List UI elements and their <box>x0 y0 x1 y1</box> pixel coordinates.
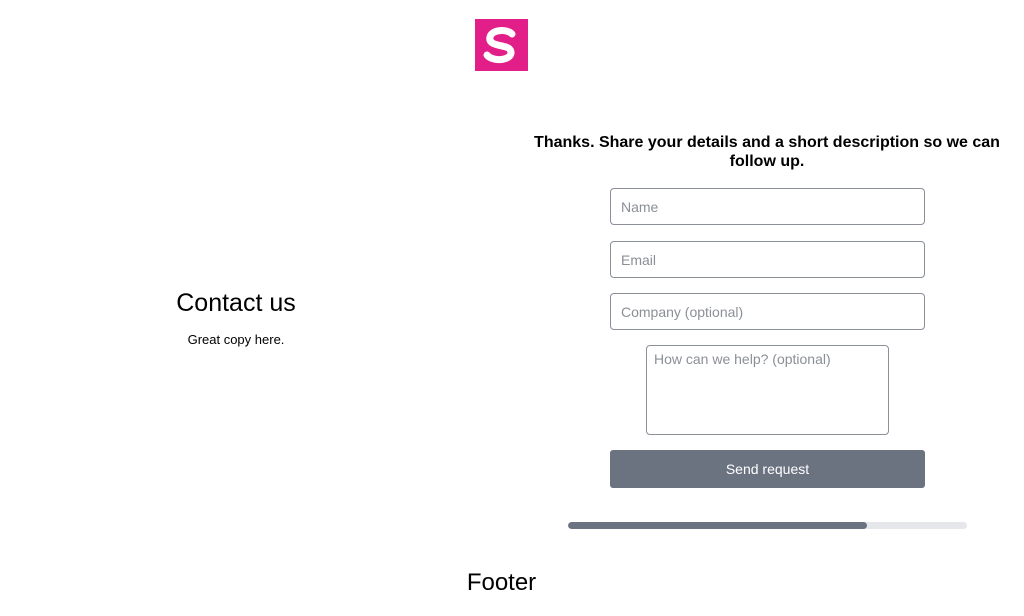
progress-bar-fill <box>568 522 868 529</box>
form-heading: Thanks. Share your details and a short d… <box>534 134 1000 170</box>
send-request-button[interactable]: Send request <box>610 450 925 488</box>
progress-bar <box>568 522 967 529</box>
page-title: Contact us <box>176 289 296 317</box>
contact-page: Contact us Great copy here. Thanks. Shar… <box>0 0 1024 616</box>
email-field[interactable] <box>610 241 925 278</box>
s-logo-icon <box>483 27 516 64</box>
help-textarea[interactable] <box>646 345 889 435</box>
intro-section: Contact us Great copy here. <box>96 286 376 347</box>
brand-logo[interactable] <box>475 19 528 71</box>
name-field[interactable] <box>610 188 925 225</box>
company-field[interactable] <box>610 293 925 330</box>
footer: Footer <box>466 569 537 596</box>
intro-copy: Great copy here. <box>187 332 285 347</box>
